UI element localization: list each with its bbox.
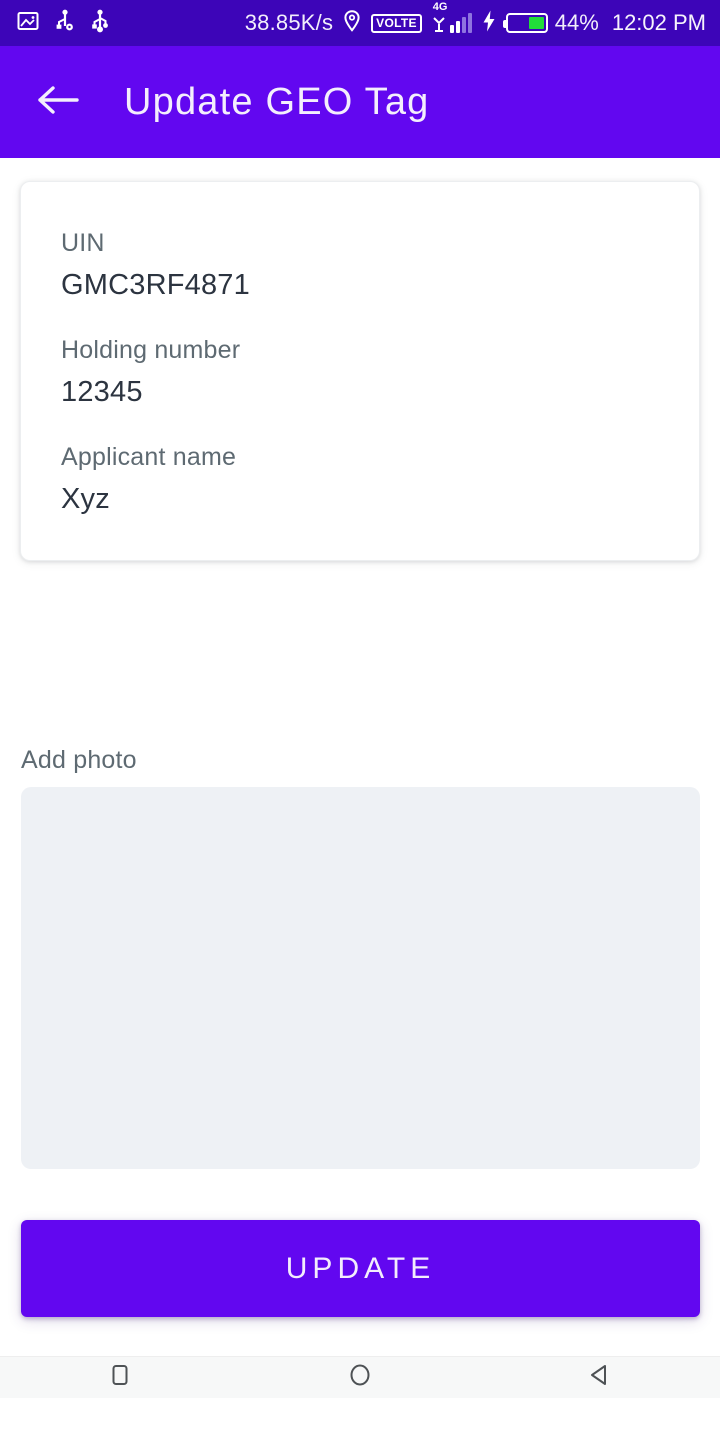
field-applicant-name: Applicant name Xyz [61,442,699,517]
status-bar-left-icons [16,9,110,38]
field-value: Xyz [61,482,110,515]
usb-debug-icon [54,9,76,38]
battery-percent: 44% [554,10,599,35]
signal-icon: 4G [431,2,472,33]
signal-bars [449,13,472,33]
status-bar: 38.85K/s VOLTE 4G 44% 12:02 PM [0,0,720,46]
charging-icon [481,9,497,38]
field-holding-number: Holding number 12345 [61,335,699,410]
arrow-left-icon [36,83,80,122]
field-value: GMC3RF4871 [61,269,250,301]
home-button[interactable] [315,1357,405,1399]
system-nav-bar [0,1356,720,1398]
back-nav-button[interactable] [555,1357,645,1399]
volte-icon: VOLTE [371,13,422,33]
location-icon [342,9,362,38]
add-photo-label: Add photo [21,746,137,774]
phone-screen: 38.85K/s VOLTE 4G 44% 12:02 PM Update GE… [0,0,720,1440]
recents-button[interactable] [75,1357,165,1399]
page-title: Update GEO Tag [124,80,430,123]
network-type-label: 4G [432,1,448,13]
field-label: Holding number [61,335,241,364]
field-uin: UIN GMC3RF4871 [61,228,699,303]
circle-icon [346,1361,374,1394]
status-bar-right-icons: 38.85K/s VOLTE 4G 44% 12:02 PM [244,2,706,38]
screenshot-icon [16,9,40,38]
field-label: Applicant name [61,442,237,471]
photo-placeholder[interactable] [21,787,700,1169]
battery-fill [528,17,544,29]
usb-icon [90,9,110,38]
update-button[interactable]: UPDATE [21,1220,700,1317]
property-info-card: UIN GMC3RF4871 Holding number 12345 Appl… [20,181,700,562]
main-content: UIN GMC3RF4871 Holding number 12345 Appl… [0,158,720,1398]
clock: 12:02 PM [611,10,706,35]
square-icon [106,1361,134,1394]
battery-icon [502,13,548,33]
triangle-back-icon [586,1361,614,1394]
network-speed: 38.85K/s [244,10,334,35]
back-button[interactable] [34,78,82,126]
field-label: UIN [61,229,105,257]
app-bar: Update GEO Tag [0,46,720,158]
field-value: 12345 [61,375,143,408]
